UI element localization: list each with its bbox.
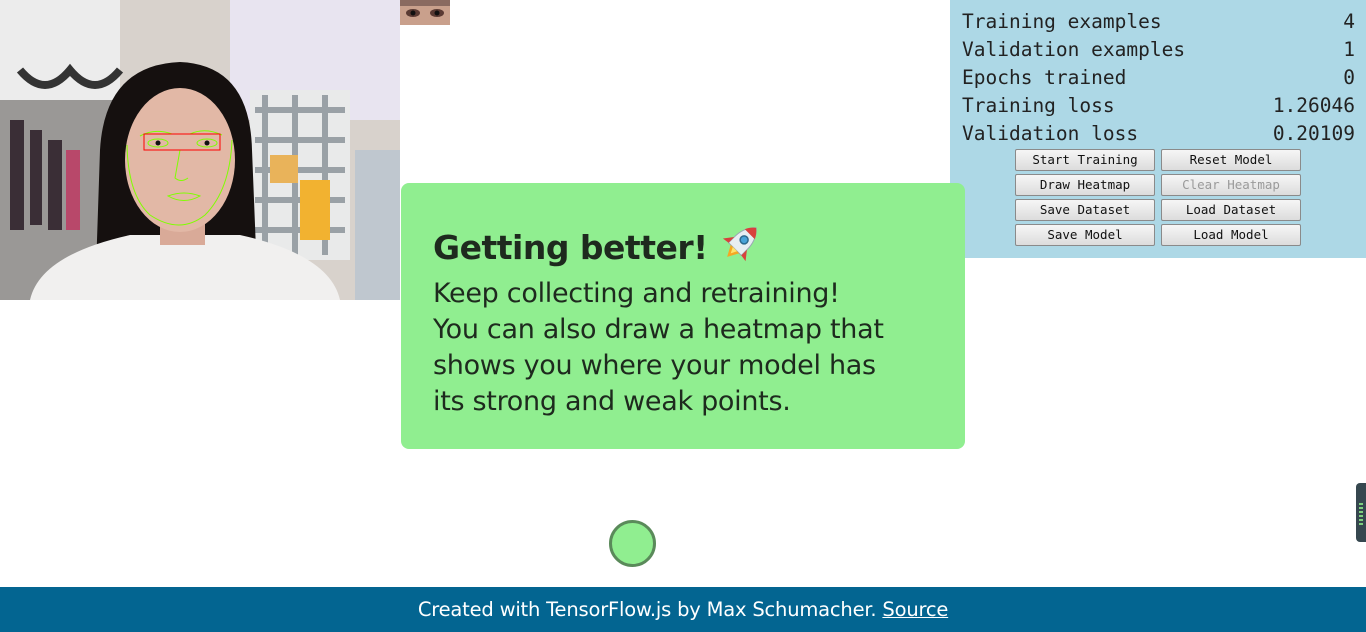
footer-text: Created with TensorFlow.js by Max Schuma…	[417, 598, 877, 621]
stat-label: Training loss	[962, 94, 1115, 117]
card-line: Keep collecting and retraining!	[433, 278, 840, 309]
stat-training-loss: Training loss 1.26046	[962, 92, 1355, 120]
save-dataset-button[interactable]: Save Dataset	[1015, 199, 1155, 221]
instruction-card: Getting better! Keep collecting and retr…	[401, 183, 965, 449]
stat-label: Training examples	[962, 10, 1162, 33]
card-title: Getting better!	[433, 220, 933, 276]
source-link[interactable]: Source	[882, 598, 948, 621]
draw-heatmap-button[interactable]: Draw Heatmap	[1015, 174, 1155, 196]
stat-value: 0	[1343, 66, 1355, 89]
control-buttons: Start Training Reset Model Draw Heatmap …	[1015, 149, 1355, 246]
side-panel-handle[interactable]	[1356, 483, 1366, 542]
webcam-frame	[0, 0, 400, 300]
rocket-icon	[720, 220, 764, 276]
card-line: You can also draw a heatmap that	[433, 314, 884, 345]
stat-label: Validation examples	[962, 38, 1186, 61]
card-line: its strong and weak points.	[433, 386, 791, 417]
eyes-preview	[400, 0, 450, 25]
stat-value: 0.20109	[1272, 122, 1355, 145]
reset-model-button[interactable]: Reset Model	[1161, 149, 1301, 171]
stat-epochs-trained: Epochs trained 0	[962, 64, 1355, 92]
load-model-button[interactable]: Load Model	[1161, 224, 1301, 246]
training-info-panel: Training examples 4 Validation examples …	[950, 0, 1366, 258]
clear-heatmap-button[interactable]: Clear Heatmap	[1161, 174, 1301, 196]
stat-value: 4	[1343, 10, 1355, 33]
stat-label: Epochs trained	[962, 66, 1127, 89]
footer: Created with TensorFlow.js by Max Schuma…	[0, 587, 1366, 632]
save-model-button[interactable]: Save Model	[1015, 224, 1155, 246]
webcam-video	[0, 0, 400, 300]
stat-value: 1.26046	[1272, 94, 1355, 117]
stat-validation-loss: Validation loss 0.20109	[962, 120, 1355, 148]
stat-label: Validation loss	[962, 122, 1139, 145]
start-training-button[interactable]: Start Training	[1015, 149, 1155, 171]
stat-value: 1	[1343, 38, 1355, 61]
load-dataset-button[interactable]: Load Dataset	[1161, 199, 1301, 221]
eyes-preview-image	[400, 0, 450, 25]
stat-training-examples: Training examples 4	[962, 8, 1355, 36]
card-title-text: Getting better!	[433, 228, 708, 267]
stat-validation-examples: Validation examples 1	[962, 36, 1355, 64]
gaze-target-dot	[609, 520, 656, 567]
card-line: shows you where your model has	[433, 350, 876, 381]
